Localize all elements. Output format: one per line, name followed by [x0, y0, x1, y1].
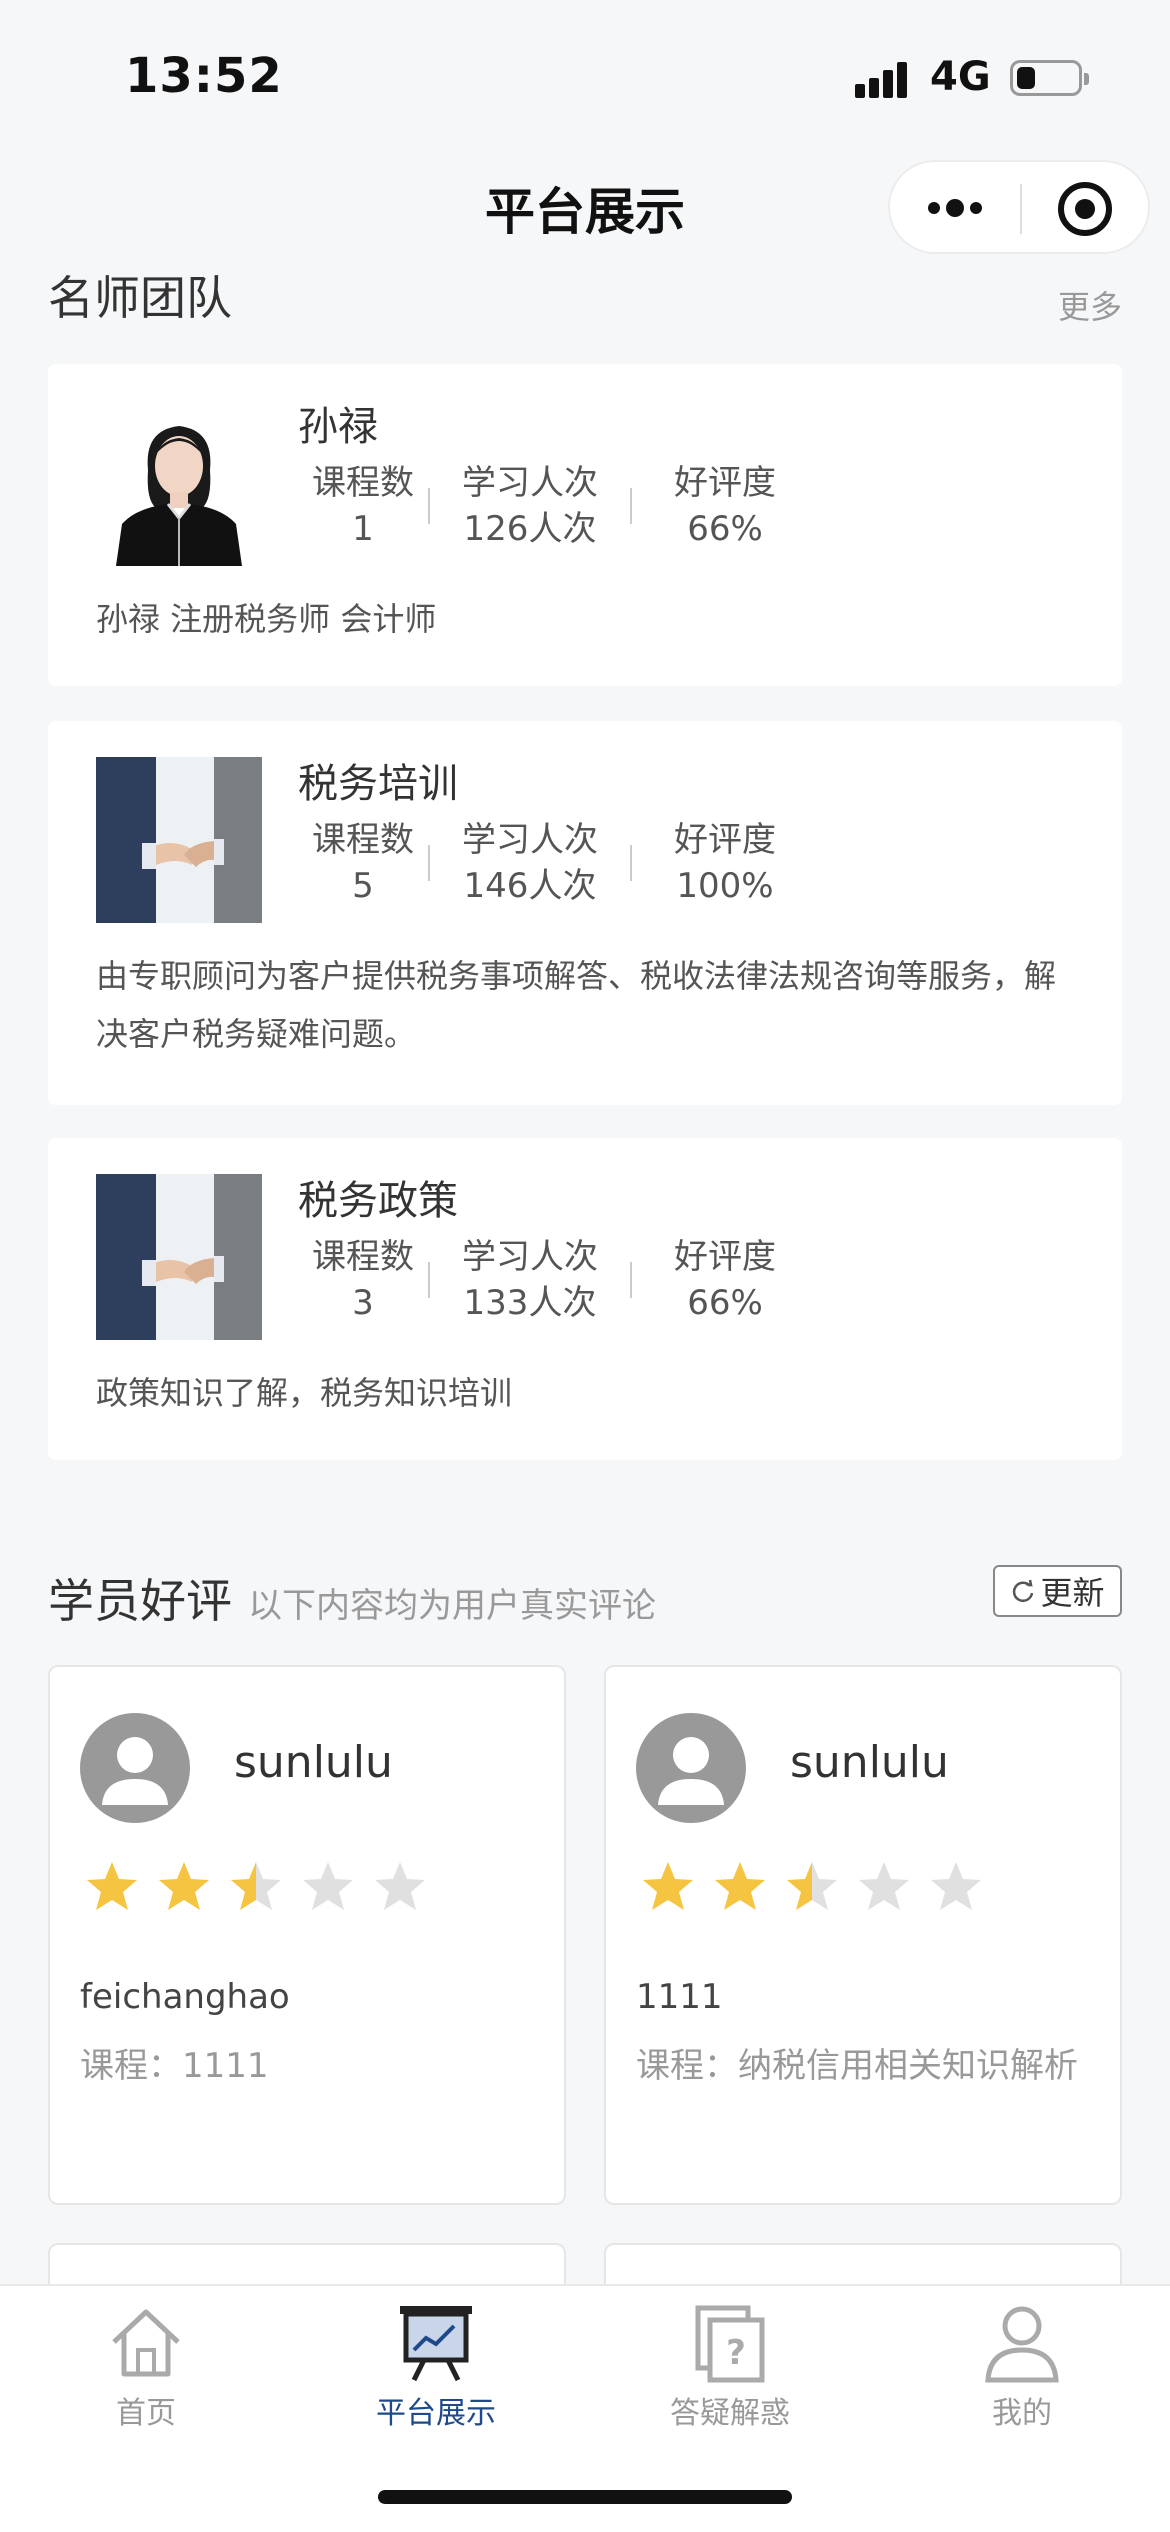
review-content: feichanghao — [80, 1977, 290, 2017]
star-icon — [643, 1862, 693, 1910]
star-icon — [303, 1862, 353, 1910]
network-type: 4G — [930, 54, 991, 100]
star-icon — [87, 1862, 137, 1910]
question-icon: ? — [688, 2300, 772, 2384]
course-stats: 课程数 3 学习人次 133人次 好评度 66% — [298, 1234, 818, 1326]
avatar — [80, 1713, 190, 1823]
tab-label: 答疑解惑 — [670, 2396, 790, 2431]
miniprogram-capsule — [888, 160, 1150, 254]
refresh-label: 更新 — [1040, 1574, 1105, 1612]
page: 13:52 4G 平台展示 名师团队 更多 孙禄 课程数 1 学习人次 126人… — [0, 0, 1170, 2532]
stat-value: 3 — [352, 1283, 374, 1323]
course-name: 税务培训 — [298, 761, 458, 807]
teacher-desc: 孙禄 注册税务师 会计师 — [96, 600, 437, 638]
rating-stars — [640, 1859, 984, 1915]
teacher-card[interactable]: 孙禄 课程数 1 学习人次 126人次 好评度 66% 孙禄 注册税务师 会计师 — [48, 364, 1122, 686]
review-card: sunlulu 1111 课程：纳税信用相关知识解析 — [604, 1665, 1122, 2205]
review-card: sunlulu feichanghao 课程：1111 — [48, 1665, 566, 2205]
svg-text:?: ? — [726, 2333, 746, 2373]
star-icon — [859, 1862, 909, 1910]
star-icon — [375, 1862, 425, 1910]
status-time: 13:52 — [125, 48, 283, 104]
stat-value: 133人次 — [463, 1283, 597, 1323]
stat-value: 146人次 — [463, 866, 597, 906]
stat-label: 课程数 — [312, 820, 414, 860]
stat-label: 好评度 — [674, 463, 776, 503]
handshake-image — [96, 1174, 262, 1340]
tab-platform[interactable]: 平台展示 — [336, 2300, 536, 2432]
stat-value: 66% — [687, 509, 763, 549]
home-indicator — [378, 2490, 792, 2504]
review-username: sunlulu — [790, 1737, 949, 1788]
teacher-name: 孙禄 — [298, 404, 378, 450]
stat-label: 好评度 — [674, 1237, 776, 1277]
refresh-icon — [1013, 1579, 1034, 1602]
handshake-image — [96, 757, 262, 923]
review-course: 课程：1111 — [80, 2046, 269, 2086]
tab-mine[interactable]: 我的 — [922, 2300, 1122, 2432]
teacher-portrait — [96, 400, 262, 566]
stat-label: 学习人次 — [462, 1237, 598, 1277]
review-username: sunlulu — [234, 1737, 393, 1788]
tab-label: 首页 — [116, 2396, 176, 2431]
teachers-section-title: 名师团队 — [48, 271, 232, 325]
tab-label: 平台展示 — [376, 2396, 496, 2431]
course-name: 税务政策 — [298, 1178, 458, 1224]
reviews-section-title: 学员好评 以下内容均为用户真实评论 — [48, 1565, 656, 1631]
more-link[interactable]: 更多 — [1058, 282, 1122, 328]
stat-value: 66% — [687, 1283, 763, 1323]
stat-label: 课程数 — [312, 1237, 414, 1277]
teacher-stats: 课程数 1 学习人次 126人次 好评度 66% — [298, 460, 818, 552]
stat-label: 好评度 — [674, 820, 776, 860]
stat-value: 5 — [352, 866, 374, 906]
battery-icon — [1010, 60, 1089, 96]
home-icon — [104, 2300, 188, 2384]
stat-label: 学习人次 — [462, 820, 598, 860]
star-icon — [715, 1862, 765, 1910]
tab-label: 我的 — [992, 2396, 1052, 2431]
star-icon — [159, 1862, 209, 1910]
stat-label: 学习人次 — [462, 463, 598, 503]
more-menu-icon[interactable] — [928, 188, 998, 228]
presentation-icon — [394, 2300, 478, 2384]
course-desc: 由专职顾问为客户提供税务事项解答、税收法律法规咨询等服务，解决客户税务疑难问题。 — [96, 957, 1057, 1053]
course-card[interactable]: 税务政策 课程数 3 学习人次 133人次 好评度 66% 政策知识了解，税务知识培训 — [48, 1138, 1122, 1460]
star-icon — [231, 1862, 281, 1910]
review-course: 课程：纳税信用相关知识解析 — [636, 2046, 1078, 2086]
stat-label: 课程数 — [312, 463, 414, 503]
user-icon — [980, 2300, 1064, 2384]
star-icon — [787, 1862, 837, 1910]
tab-home[interactable]: 首页 — [46, 2300, 246, 2432]
tab-qa[interactable]: ? 答疑解惑 — [630, 2300, 830, 2432]
close-miniprogram-icon[interactable] — [1058, 182, 1112, 236]
signal-icon — [855, 58, 915, 98]
stat-value: 100% — [676, 866, 774, 906]
stat-value: 126人次 — [463, 509, 597, 549]
refresh-button[interactable]: 更新 — [993, 1565, 1122, 1617]
status-bar: 13:52 4G — [0, 0, 1170, 140]
course-desc: 政策知识了解，税务知识培训 — [96, 1374, 513, 1412]
reviews-subtitle: 以下内容均为用户真实评论 — [248, 1586, 656, 1626]
review-content: 1111 — [636, 1977, 723, 2017]
avatar — [636, 1713, 746, 1823]
course-card[interactable]: 税务培训 课程数 5 学习人次 146人次 好评度 100% 由专职顾问为客户提供税务… — [48, 721, 1122, 1105]
stat-value: 1 — [352, 509, 374, 549]
star-icon — [931, 1862, 981, 1910]
rating-stars — [84, 1859, 428, 1915]
reviews-title: 学员好评 — [48, 1574, 232, 1628]
course-stats: 课程数 5 学习人次 146人次 好评度 100% — [298, 817, 818, 909]
